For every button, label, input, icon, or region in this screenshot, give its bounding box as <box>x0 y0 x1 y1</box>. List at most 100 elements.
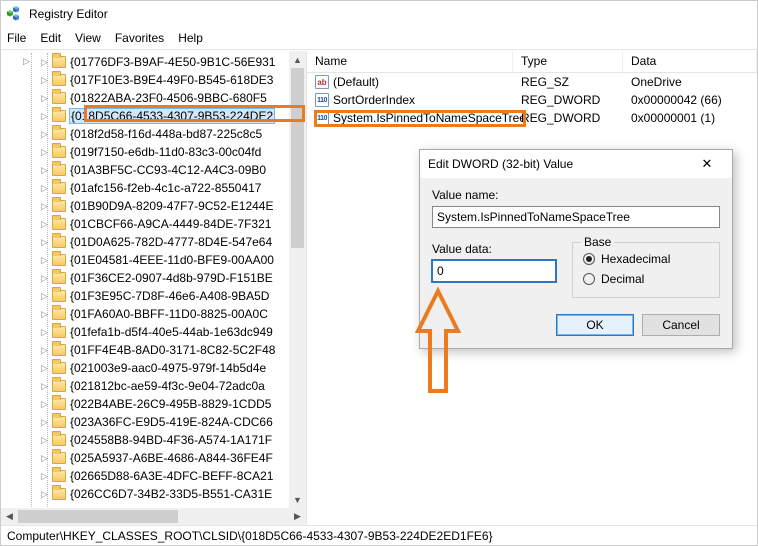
chevron-right-icon[interactable] <box>39 471 50 482</box>
menu-favorites[interactable]: Favorites <box>115 31 164 45</box>
chevron-right-icon[interactable] <box>39 219 50 230</box>
chevron-right-icon[interactable] <box>39 489 50 500</box>
value-row[interactable]: (Default)REG_SZOneDrive <box>307 73 757 91</box>
tree-item[interactable]: {022B4ABE-26C9-495B-8829-1CDD5 <box>35 395 306 413</box>
tree-item[interactable]: {01CBCF66-A9CA-4449-84DE-7F321 <box>35 215 306 233</box>
chevron-right-icon[interactable] <box>39 57 50 68</box>
tree-guide-line <box>31 53 32 525</box>
value-row[interactable]: System.IsPinnedToNameSpaceTreeREG_DWORD0… <box>307 109 757 127</box>
radio-decimal[interactable]: Decimal <box>583 269 709 289</box>
scroll-left-arrow-icon[interactable]: ◀ <box>1 508 18 525</box>
tree-item[interactable]: {01E04581-4EEE-11d0-BFE9-00AA00 <box>35 251 306 269</box>
tree-item-label: {01afc156-f2eb-4c1c-a722-8550417 <box>70 181 261 195</box>
ok-button[interactable]: OK <box>556 314 634 336</box>
chevron-right-icon[interactable] <box>39 291 50 302</box>
scroll-thumb[interactable] <box>18 510 178 523</box>
chevron-right-icon[interactable] <box>39 129 50 140</box>
tree-item[interactable]: {01FF4E4B-8AD0-3171-8C82-5C2F48 <box>35 341 306 359</box>
chevron-right-icon[interactable] <box>39 75 50 86</box>
chevron-right-icon[interactable] <box>39 165 50 176</box>
tree-item[interactable]: {019f7150-e6db-11d0-83c3-00c04fd <box>35 143 306 161</box>
tree-item[interactable]: {026CC6D7-34B2-33D5-B551-CA31E <box>35 485 306 503</box>
tree-item-label: {01D0A625-782D-4777-8D4E-547e64 <box>70 235 272 249</box>
chevron-right-icon[interactable] <box>39 381 50 392</box>
scroll-right-arrow-icon[interactable]: ▶ <box>289 508 306 525</box>
tree-item-label: {01E04581-4EEE-11d0-BFE9-00AA00 <box>70 253 274 267</box>
folder-icon <box>52 290 66 302</box>
chevron-right-icon[interactable] <box>39 183 50 194</box>
tree-item[interactable]: {01776DF3-B9AF-4E50-9B1C-56E931 <box>35 53 306 71</box>
menu-help[interactable]: Help <box>178 31 203 45</box>
tree-item[interactable]: {01822ABA-23F0-4506-9BBC-680F5 <box>35 89 306 107</box>
close-icon[interactable]: ✕ <box>690 153 724 175</box>
chevron-right-icon[interactable] <box>39 345 50 356</box>
tree-item[interactable]: {018D5C66-4533-4307-9B53-224DE2 <box>35 107 306 125</box>
tree-item[interactable]: {01FA60A0-BBFF-11D0-8825-00A0C <box>35 305 306 323</box>
chevron-right-icon[interactable] <box>39 201 50 212</box>
radio-label: Decimal <box>601 272 644 286</box>
folder-icon <box>52 380 66 392</box>
chevron-right-icon[interactable] <box>39 273 50 284</box>
tree-horizontal-scrollbar[interactable]: ◀ ▶ <box>1 508 306 525</box>
tree-item-label: {017F10E3-B9E4-49F0-B545-618DE3 <box>70 73 273 87</box>
chevron-right-icon[interactable] <box>39 417 50 428</box>
menu-view[interactable]: View <box>75 31 101 45</box>
tree-item-label: {01A3BF5C-CC93-4C12-A4C3-09B0 <box>70 163 266 177</box>
chevron-right-icon[interactable] <box>39 237 50 248</box>
value-name: (Default) <box>333 75 379 89</box>
scroll-thumb[interactable] <box>291 68 304 248</box>
chevron-right-icon[interactable] <box>39 93 50 104</box>
value-row[interactable]: SortOrderIndexREG_DWORD0x00000042 (66) <box>307 91 757 109</box>
chevron-right-icon[interactable] <box>39 309 50 320</box>
chevron-right-icon[interactable] <box>39 363 50 374</box>
chevron-right-icon[interactable] <box>39 147 50 158</box>
tree-item[interactable]: {021812bc-ae59-4f3c-9e04-72adc0a <box>35 377 306 395</box>
tree-item[interactable]: {024558B8-94BD-4F36-A574-1A171F <box>35 431 306 449</box>
tree-item[interactable]: {01A3BF5C-CC93-4C12-A4C3-09B0 <box>35 161 306 179</box>
radio-hexadecimal[interactable]: Hexadecimal <box>583 249 709 269</box>
chevron-right-icon[interactable] <box>39 453 50 464</box>
dialog-title-bar[interactable]: Edit DWORD (32-bit) Value ✕ <box>420 150 732 178</box>
folder-icon <box>52 56 66 68</box>
tree-item[interactable]: {01F36CE2-0907-4d8b-979D-F151BE <box>35 269 306 287</box>
tree-item-label: {01F3E95C-7D8F-46e6-A408-9BA5D <box>70 289 269 303</box>
chevron-right-icon[interactable] <box>39 327 50 338</box>
radio-icon <box>583 273 595 285</box>
tree-item[interactable]: {018f2d58-f16d-448a-bd87-225c8c5 <box>35 125 306 143</box>
tree-item-label: {01F36CE2-0907-4d8b-979D-F151BE <box>70 271 273 285</box>
tree-vertical-scrollbar[interactable]: ▲ ▼ <box>289 51 306 508</box>
chevron-right-icon[interactable] <box>39 399 50 410</box>
value-name-field[interactable] <box>432 206 720 228</box>
chevron-right-icon[interactable] <box>39 255 50 266</box>
folder-icon <box>52 236 66 248</box>
tree-item[interactable]: {01afc156-f2eb-4c1c-a722-8550417 <box>35 179 306 197</box>
menu-file[interactable]: File <box>7 31 26 45</box>
chevron-right-icon[interactable] <box>39 111 50 122</box>
tree-item[interactable]: {021003e9-aac0-4975-979f-14b5d4e <box>35 359 306 377</box>
edit-dword-dialog: Edit DWORD (32-bit) Value ✕ Value name: … <box>419 149 733 349</box>
tree-ancestor-expander[interactable] <box>23 53 30 67</box>
tree-item[interactable]: {01D0A625-782D-4777-8D4E-547e64 <box>35 233 306 251</box>
tree-item-label: {01FF4E4B-8AD0-3171-8C82-5C2F48 <box>70 343 275 357</box>
window-title: Registry Editor <box>29 7 108 21</box>
tree-item[interactable]: {025A5937-A6BE-4686-A844-36FE4F <box>35 449 306 467</box>
tree-item[interactable]: {01B90D9A-8209-47F7-9C52-E1244E <box>35 197 306 215</box>
column-header-data[interactable]: Data <box>623 51 757 72</box>
column-header-type[interactable]: Type <box>513 51 623 72</box>
chevron-right-icon[interactable] <box>39 435 50 446</box>
cancel-button[interactable]: Cancel <box>642 314 720 336</box>
tree-item[interactable]: {01fefa1b-d5f4-40e5-44ab-1e63dc949 <box>35 323 306 341</box>
tree-item-label: {01FA60A0-BBFF-11D0-8825-00A0C <box>70 307 268 321</box>
value-data-field[interactable] <box>432 260 556 282</box>
column-header-name[interactable]: Name <box>307 51 513 72</box>
tree-item-label: {023A36FC-E9D5-419E-824A-CDC66 <box>70 415 273 429</box>
tree-item-label: {01822ABA-23F0-4506-9BBC-680F5 <box>70 91 267 105</box>
scroll-down-arrow-icon[interactable]: ▼ <box>289 491 306 508</box>
folder-icon <box>52 110 66 122</box>
tree-item[interactable]: {017F10E3-B9E4-49F0-B545-618DE3 <box>35 71 306 89</box>
scroll-up-arrow-icon[interactable]: ▲ <box>289 51 306 68</box>
tree-item[interactable]: {023A36FC-E9D5-419E-824A-CDC66 <box>35 413 306 431</box>
tree-item[interactable]: {01F3E95C-7D8F-46e6-A408-9BA5D <box>35 287 306 305</box>
tree-item[interactable]: {02665D88-6A3E-4DFC-BEFF-8CA21 <box>35 467 306 485</box>
menu-edit[interactable]: Edit <box>40 31 61 45</box>
